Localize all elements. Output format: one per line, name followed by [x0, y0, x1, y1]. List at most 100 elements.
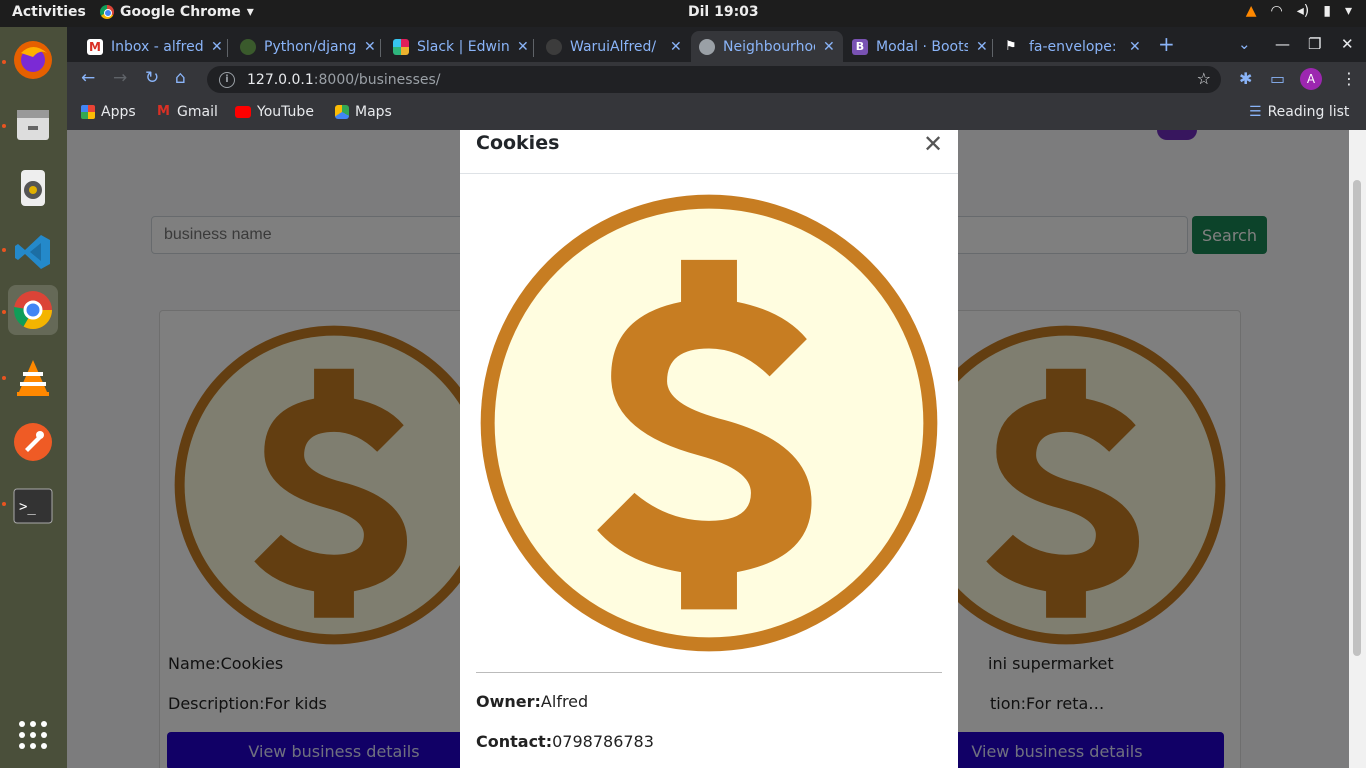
owner-value: Alfred — [540, 692, 589, 711]
vlc-tray-icon[interactable]: ▲ — [1246, 3, 1257, 19]
close-icon[interactable]: ✕ — [211, 39, 223, 55]
bootstrap-icon: B — [852, 38, 868, 55]
slack-icon — [393, 38, 409, 55]
dock-firefox[interactable] — [8, 35, 58, 85]
cast-icon[interactable]: ▭ — [1270, 69, 1285, 88]
back-button[interactable]: ← — [81, 68, 95, 88]
tab-label: Modal · Bootstrap — [876, 38, 968, 55]
firefox-icon — [14, 41, 52, 79]
tab-search-chevron-icon[interactable]: ⌄ — [1238, 35, 1251, 53]
close-icon[interactable]: ✕ — [976, 39, 988, 55]
close-icon[interactable]: ✕ — [670, 39, 682, 55]
bookmarks-bar: Apps M Gmail YouTube Maps ☰ Reading list — [67, 97, 1366, 130]
url-path: :8000/businesses/ — [313, 71, 441, 88]
business-modal: Cookies ✕ Owner:Alfred Contact:079878678… — [460, 130, 958, 768]
tab-label: Inbox - alfred — [111, 38, 203, 55]
forward-button[interactable]: → — [113, 68, 127, 88]
reload-button[interactable]: ↻ — [145, 68, 159, 88]
close-icon[interactable]: ✕ — [823, 39, 835, 55]
bookmark-label: Apps — [101, 104, 136, 120]
modal-title: Cookies — [476, 132, 560, 154]
dock-vlc[interactable] — [8, 353, 58, 403]
close-icon[interactable]: ✕ — [517, 39, 529, 55]
chrome-icon — [100, 5, 114, 19]
dollar-coin-icon — [480, 194, 938, 652]
owner-label: Owner: — [476, 692, 541, 711]
info-icon[interactable]: i — [219, 71, 235, 88]
tab-bootstrap[interactable]: B Modal · Bootstrap ✕ — [844, 31, 996, 62]
maximize-button[interactable]: ❐ — [1308, 35, 1321, 53]
battery-icon: ▮ — [1323, 3, 1331, 19]
tab-neighbourhood[interactable]: Neighbourhood ✕ — [691, 31, 843, 62]
vscode-icon — [15, 235, 50, 269]
tab-slack[interactable]: Slack | Edwin ✕ — [385, 31, 537, 62]
profile-avatar[interactable]: A — [1300, 68, 1322, 90]
divider — [476, 672, 942, 673]
maps-icon — [335, 105, 349, 119]
terminal-icon: >_ — [13, 488, 53, 524]
home-button[interactable]: ⌂ — [175, 68, 186, 88]
address-bar[interactable]: i 127.0.0.1:8000/businesses/ ☆ — [207, 66, 1221, 93]
bookmark-youtube[interactable]: YouTube — [235, 104, 314, 120]
caret-down-icon: ▾ — [246, 4, 254, 20]
tab-python[interactable]: Python/django ✕ — [232, 31, 384, 62]
gmail-icon: M — [87, 38, 103, 55]
owner-line: Owner:Alfred — [476, 692, 588, 711]
activities-button[interactable]: Activities — [12, 4, 86, 20]
tab-github[interactable]: WaruiAlfred/ ✕ — [538, 31, 690, 62]
bookmark-label: YouTube — [257, 104, 314, 120]
vlc-icon — [17, 360, 49, 396]
app-menu-label: Google Chrome — [120, 4, 241, 20]
dock-files[interactable] — [8, 99, 58, 149]
tab-label: fa-envelope: — [1029, 38, 1117, 55]
volume-icon: ◂) — [1296, 3, 1310, 19]
new-tab-button[interactable]: + — [1158, 32, 1175, 56]
tab-label: WaruiAlfred/ — [570, 38, 657, 55]
scrollbar-thumb[interactable] — [1353, 180, 1361, 656]
menu-kebab-icon[interactable]: ⋮ — [1341, 69, 1357, 88]
youtube-icon — [235, 106, 251, 118]
close-window-button[interactable]: ✕ — [1341, 35, 1354, 53]
dock: >_ — [0, 27, 67, 768]
bookmark-gmail[interactable]: M Gmail — [157, 104, 218, 120]
dock-rhythmbox[interactable] — [8, 163, 58, 213]
page-scrollbar[interactable] — [1349, 130, 1366, 768]
file-cabinet-icon — [17, 110, 49, 140]
app-menu[interactable]: Google Chrome ▾ — [100, 4, 254, 20]
wifi-icon: ◠ — [1270, 3, 1283, 19]
dock-terminal[interactable]: >_ — [8, 481, 58, 531]
tab-strip: M Inbox - alfred ✕ Python/django ✕ Slack… — [67, 27, 1366, 62]
dock-postman[interactable] — [8, 417, 58, 467]
show-apps-button[interactable] — [8, 710, 58, 760]
dock-vscode[interactable] — [8, 227, 58, 277]
contact-line: Contact:0798786783 — [476, 732, 654, 751]
minimize-button[interactable]: — — [1275, 35, 1290, 53]
browser-toolbar: ← → ↻ ⌂ i 127.0.0.1:8000/businesses/ ☆ ✱… — [67, 62, 1366, 97]
system-top-bar: Activities Google Chrome ▾ Dil 19:03 ▲ ◠… — [0, 0, 1366, 27]
chrome-icon — [13, 291, 53, 330]
dock-chrome[interactable] — [8, 285, 58, 335]
modal-header: Cookies ✕ — [460, 130, 958, 174]
svg-text:>_: >_ — [19, 499, 36, 515]
system-tray[interactable]: ▲ ◠ ◂) ▮ ▾ — [1246, 3, 1352, 19]
postman-icon — [14, 423, 52, 461]
contact-value: 0798786783 — [552, 732, 654, 751]
flag-icon: ⚑ — [1005, 38, 1017, 54]
tab-label: Slack | Edwin — [417, 38, 509, 55]
close-icon[interactable]: ✕ — [1129, 39, 1141, 55]
extensions-puzzle-icon[interactable]: ✱ — [1239, 69, 1252, 88]
github-icon — [546, 38, 562, 55]
speaker-icon — [21, 170, 45, 206]
bookmark-label: Gmail — [177, 104, 218, 120]
reading-list-button[interactable]: ☰ Reading list — [1249, 104, 1349, 120]
close-icon[interactable]: ✕ — [923, 130, 943, 158]
bookmark-apps[interactable]: Apps — [81, 104, 136, 120]
clock[interactable]: Dil 19:03 — [688, 4, 759, 20]
reading-list-icon: ☰ — [1249, 104, 1262, 120]
tab-gmail[interactable]: M Inbox - alfred ✕ — [79, 31, 231, 62]
globe-icon — [699, 38, 715, 55]
tab-fa-envelope[interactable]: ⚑ fa-envelope: ✕ — [997, 31, 1149, 62]
close-icon[interactable]: ✕ — [364, 39, 376, 55]
bookmark-maps[interactable]: Maps — [335, 104, 392, 120]
bookmark-star-icon[interactable]: ☆ — [1197, 69, 1211, 88]
